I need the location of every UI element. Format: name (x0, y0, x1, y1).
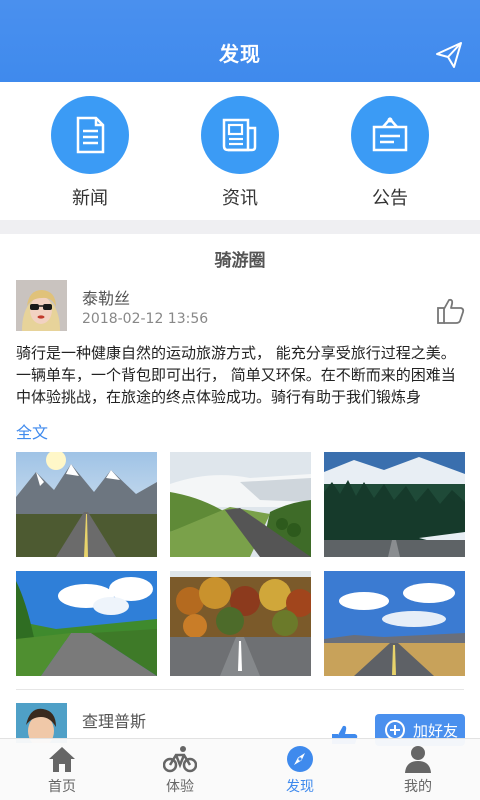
post-content: 骑行是一种健康自然的运动旅游方式， 能充分享受旅行过程之美。一辆单车，一个背包即… (16, 344, 456, 406)
discover-screen: 发现 新闻 资讯 公告 骑游圈 泰勒丝 2018-02-12 13:56 骑行是… (0, 0, 480, 800)
tab-experience[interactable]: 体验 (140, 745, 220, 796)
plus-icon (385, 720, 405, 740)
bicycle-icon (163, 746, 197, 773)
notice-board-icon (351, 96, 429, 174)
post-photo[interactable] (324, 571, 465, 676)
section-title: 骑游圈 (214, 251, 266, 271)
compass-icon (287, 746, 313, 772)
post-divider (16, 689, 464, 690)
category-news[interactable]: 新闻 (35, 96, 145, 210)
post-photo[interactable] (324, 452, 465, 557)
section-separator (0, 220, 480, 234)
bottom-tab-bar: 首页 体验 发现 我的 (0, 738, 480, 800)
post-timestamp: 2018-02-12 13:56 (82, 311, 209, 327)
category-label: 公告 (372, 188, 408, 209)
document-icon (51, 96, 129, 174)
tab-label: 体验 (166, 779, 194, 795)
post-photo[interactable] (170, 452, 311, 557)
category-label: 新闻 (72, 188, 108, 209)
avatar[interactable] (16, 703, 67, 743)
category-row: 新闻 资讯 公告 (0, 82, 480, 220)
user-icon (405, 746, 431, 773)
tab-label: 发现 (286, 779, 314, 795)
tab-home[interactable]: 首页 (22, 745, 102, 796)
tab-label: 首页 (48, 779, 76, 795)
post-photo[interactable] (16, 571, 157, 676)
tab-mine[interactable]: 我的 (378, 745, 458, 796)
tab-discover[interactable]: 发现 (260, 745, 340, 796)
newspaper-icon (201, 96, 279, 174)
post-photo[interactable] (170, 571, 311, 676)
send-icon[interactable] (434, 40, 464, 70)
post-username[interactable]: 查理普斯 (82, 708, 146, 732)
post-photo[interactable] (16, 452, 157, 557)
header-bar: 发现 (0, 0, 480, 82)
thumbs-up-icon[interactable] (436, 296, 466, 326)
read-more-link[interactable]: 全文 (16, 419, 48, 443)
post-username[interactable]: 泰勒丝 (82, 285, 130, 309)
avatar[interactable] (16, 280, 67, 331)
tab-label: 我的 (404, 779, 432, 795)
page-title: 发现 (219, 42, 261, 66)
home-icon (49, 747, 75, 772)
category-info[interactable]: 资讯 (185, 96, 295, 210)
category-label: 资讯 (222, 188, 258, 209)
category-notice[interactable]: 公告 (335, 96, 445, 210)
